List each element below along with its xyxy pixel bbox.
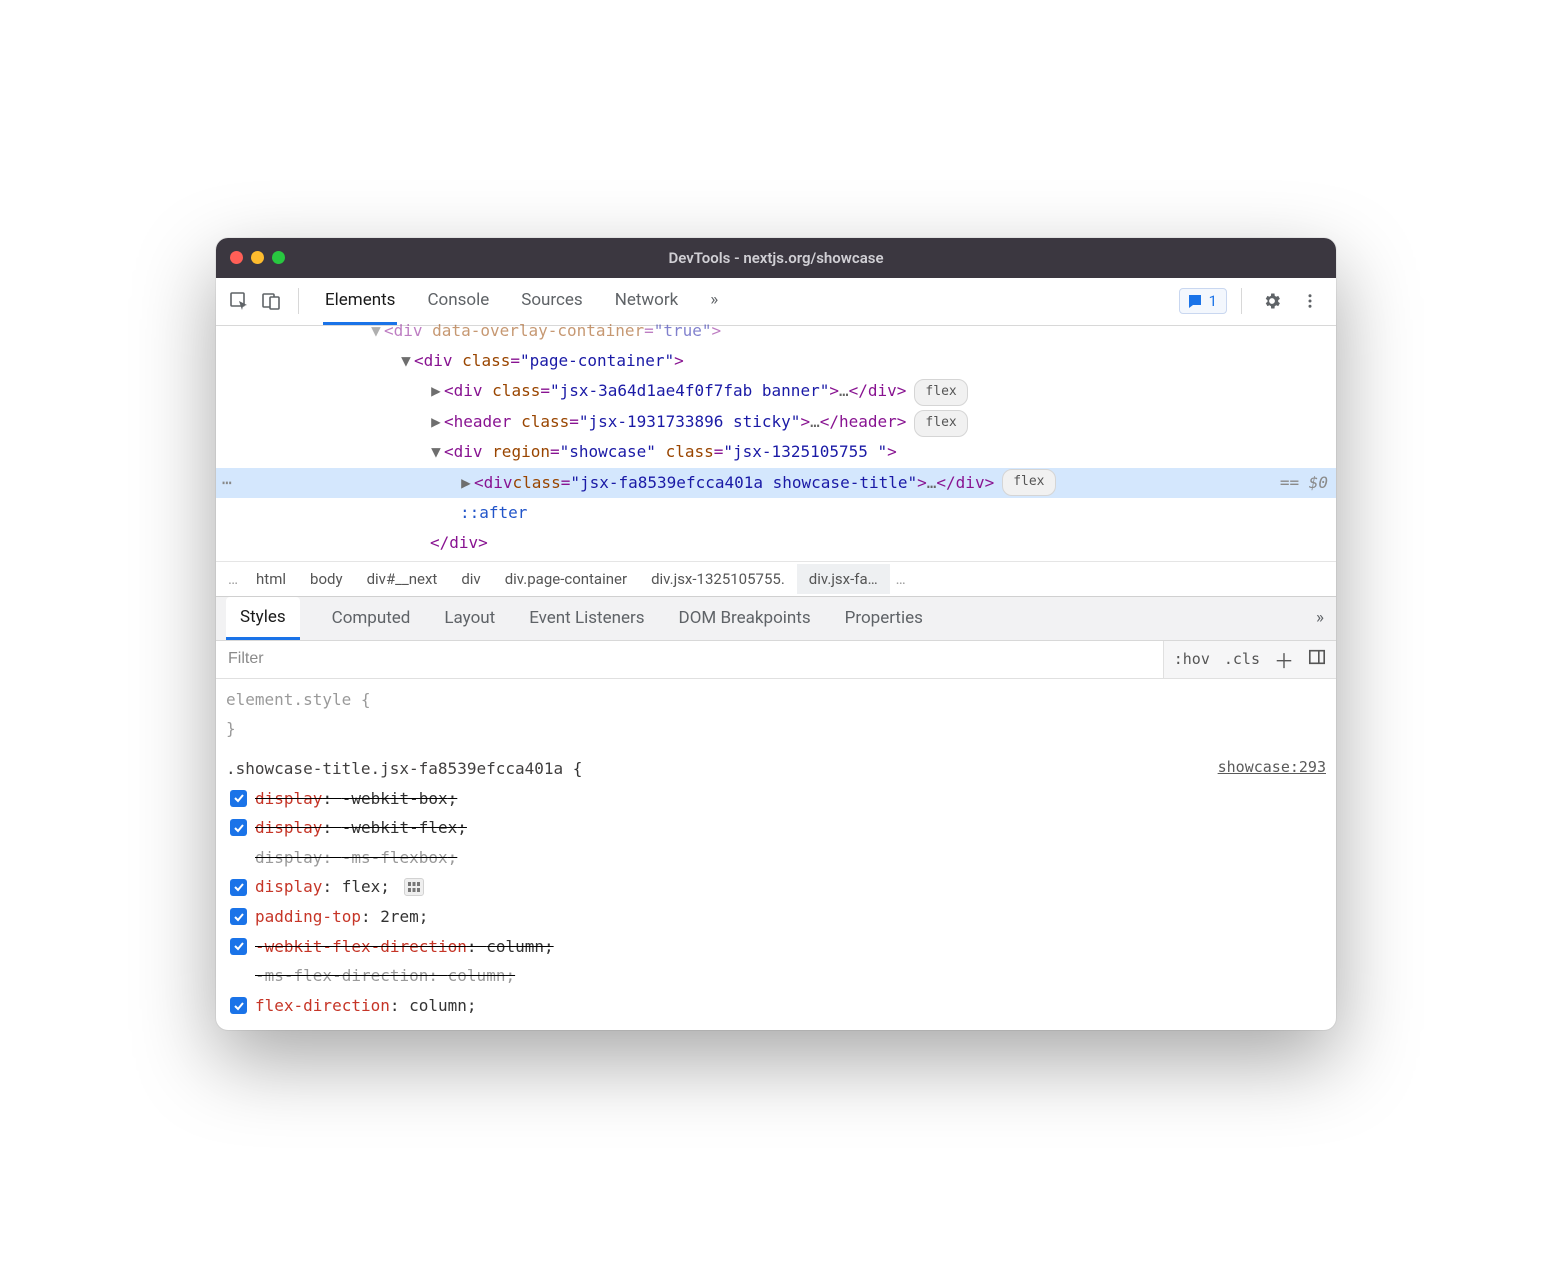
- css-property[interactable]: display: [255, 789, 322, 808]
- rule-source-link[interactable]: showcase:293: [1218, 754, 1326, 784]
- titlebar: DevTools - nextjs.org/showcase: [216, 238, 1336, 278]
- subtab-computed[interactable]: Computed: [330, 598, 413, 638]
- styles-subtabs: Styles Computed Layout Event Listeners D…: [216, 597, 1336, 641]
- flexbox-editor-icon[interactable]: [404, 878, 424, 896]
- css-value[interactable]: -ms-flexbox: [342, 848, 448, 867]
- close-window-button[interactable]: [230, 251, 243, 264]
- breadcrumb-item[interactable]: div.page-container: [493, 564, 639, 594]
- subtab-dom-breakpoints[interactable]: DOM Breakpoints: [677, 598, 813, 638]
- css-property[interactable]: display: [255, 818, 322, 837]
- subtab-properties[interactable]: Properties: [843, 598, 925, 638]
- dom-tree[interactable]: ▼<div data-overlay-container="true">▼<di…: [216, 326, 1336, 561]
- hov-toggle[interactable]: :hov: [1174, 650, 1210, 668]
- declaration-enabled-checkbox[interactable]: [230, 997, 247, 1014]
- dom-node[interactable]: ⋯▶<div class="jsx-fa8539efcca401a showca…: [216, 468, 1336, 498]
- rule-selector: .showcase-title.jsx-fa8539efcca401a: [226, 754, 563, 784]
- breadcrumb-item[interactable]: div.jsx-1325105755.: [639, 564, 797, 594]
- devtools-window: DevTools - nextjs.org/showcase Elements …: [216, 238, 1336, 1031]
- css-property[interactable]: flex-direction: [255, 996, 390, 1015]
- declaration-enabled-checkbox[interactable]: [230, 938, 247, 955]
- css-value[interactable]: flex: [342, 877, 381, 896]
- expand-arrow-icon[interactable]: ▶: [460, 468, 472, 498]
- css-value[interactable]: 2rem: [380, 907, 419, 926]
- breadcrumb-overflow-right[interactable]: …: [890, 570, 912, 588]
- dom-node[interactable]: ▼<div data-overlay-container="true">: [216, 316, 1336, 346]
- breadcrumb-item[interactable]: div#__next: [355, 564, 450, 594]
- toolbar-divider: [1241, 288, 1242, 314]
- css-declaration[interactable]: display: -webkit-flex;: [226, 813, 1326, 843]
- device-toggle-icon[interactable]: [258, 288, 284, 314]
- subtab-overflow-icon[interactable]: »: [1314, 598, 1326, 638]
- css-value[interactable]: column: [409, 996, 467, 1015]
- expand-arrow-icon[interactable]: ▼: [430, 437, 442, 467]
- flex-badge[interactable]: flex: [914, 410, 967, 437]
- flex-badge[interactable]: flex: [1002, 469, 1055, 496]
- inspect-element-icon[interactable]: [226, 288, 252, 314]
- css-property[interactable]: padding-top: [255, 907, 361, 926]
- css-declaration[interactable]: display: -webkit-box;: [226, 784, 1326, 814]
- flex-badge[interactable]: flex: [914, 379, 967, 406]
- toolbar-divider: [298, 288, 299, 314]
- issues-badge[interactable]: 1: [1179, 288, 1227, 314]
- styles-filter-input[interactable]: [216, 641, 1163, 678]
- settings-icon[interactable]: [1256, 285, 1288, 317]
- dom-node[interactable]: ::after: [216, 498, 1336, 528]
- breadcrumb-item-active[interactable]: div.jsx-fa…: [797, 564, 890, 594]
- more-icon[interactable]: [1294, 285, 1326, 317]
- css-value[interactable]: column: [448, 966, 506, 985]
- css-property[interactable]: display: [255, 848, 322, 867]
- expand-arrow-icon[interactable]: ▼: [370, 316, 382, 346]
- dom-line-actions-icon[interactable]: ⋯: [222, 468, 232, 498]
- breadcrumb-overflow-left[interactable]: …: [222, 570, 244, 588]
- expand-arrow-icon[interactable]: ▼: [400, 346, 412, 376]
- minimize-window-button[interactable]: [251, 251, 264, 264]
- declaration-enabled-checkbox[interactable]: [230, 790, 247, 807]
- window-controls: [230, 251, 285, 264]
- dom-node[interactable]: ▼<div region="showcase" class="jsx-13251…: [216, 437, 1336, 467]
- dom-node[interactable]: ▶<header class="jsx-1931733896 sticky">……: [216, 407, 1336, 437]
- issues-count: 1: [1209, 292, 1217, 310]
- css-declaration[interactable]: flex-direction: column;: [226, 991, 1326, 1021]
- css-declaration[interactable]: padding-top: 2rem;: [226, 902, 1326, 932]
- declaration-enabled-checkbox[interactable]: [230, 879, 247, 896]
- css-declaration[interactable]: -ms-flex-direction: column;: [226, 961, 1326, 991]
- rule-header: .showcase-title.jsx-fa8539efcca401a { sh…: [226, 754, 1326, 784]
- css-rules-pane[interactable]: element.style { } .showcase-title.jsx-fa…: [216, 679, 1336, 1031]
- breadcrumb-item[interactable]: div: [449, 564, 492, 594]
- breadcrumb: … html body div#__next div div.page-cont…: [216, 561, 1336, 597]
- css-declaration[interactable]: display: -ms-flexbox;: [226, 843, 1326, 873]
- subtab-layout[interactable]: Layout: [442, 598, 497, 638]
- subtab-styles[interactable]: Styles: [226, 597, 300, 640]
- css-declaration[interactable]: display: flex;: [226, 872, 1326, 902]
- declaration-enabled-checkbox[interactable]: [230, 819, 247, 836]
- console-reference-hint: == $0: [1280, 468, 1336, 498]
- css-declaration[interactable]: -webkit-flex-direction: column;: [226, 932, 1326, 962]
- zoom-window-button[interactable]: [272, 251, 285, 264]
- styles-tools: :hov .cls ＋: [1163, 641, 1336, 678]
- css-property[interactable]: display: [255, 877, 322, 896]
- css-value[interactable]: -webkit-box: [342, 789, 448, 808]
- element-style-block: element.style { }: [226, 685, 1326, 744]
- css-value[interactable]: column: [486, 937, 544, 956]
- dom-node[interactable]: ▼<div class="page-container">: [216, 346, 1336, 376]
- dom-node[interactable]: ▶<div class="jsx-3a64d1ae4f0f7fab banner…: [216, 376, 1336, 406]
- computed-panel-toggle-icon[interactable]: [1308, 648, 1326, 670]
- cls-toggle[interactable]: .cls: [1224, 650, 1260, 668]
- dom-node[interactable]: </div>: [216, 528, 1336, 558]
- declaration-enabled-checkbox[interactable]: [230, 908, 247, 925]
- subtab-event-listeners[interactable]: Event Listeners: [527, 598, 646, 638]
- css-property[interactable]: -ms-flex-direction: [255, 966, 428, 985]
- css-value[interactable]: -webkit-flex: [342, 818, 458, 837]
- expand-arrow-icon[interactable]: ▶: [430, 376, 442, 406]
- breadcrumb-item[interactable]: html: [244, 564, 298, 594]
- styles-filter-row: :hov .cls ＋: [216, 641, 1336, 679]
- element-style-selector: element.style: [226, 690, 351, 709]
- new-style-rule-icon[interactable]: ＋: [1274, 645, 1294, 674]
- window-title: DevTools - nextjs.org/showcase: [216, 249, 1336, 267]
- css-property[interactable]: -webkit-flex-direction: [255, 937, 467, 956]
- breadcrumb-item[interactable]: body: [298, 564, 355, 594]
- expand-arrow-icon[interactable]: ▶: [430, 407, 442, 437]
